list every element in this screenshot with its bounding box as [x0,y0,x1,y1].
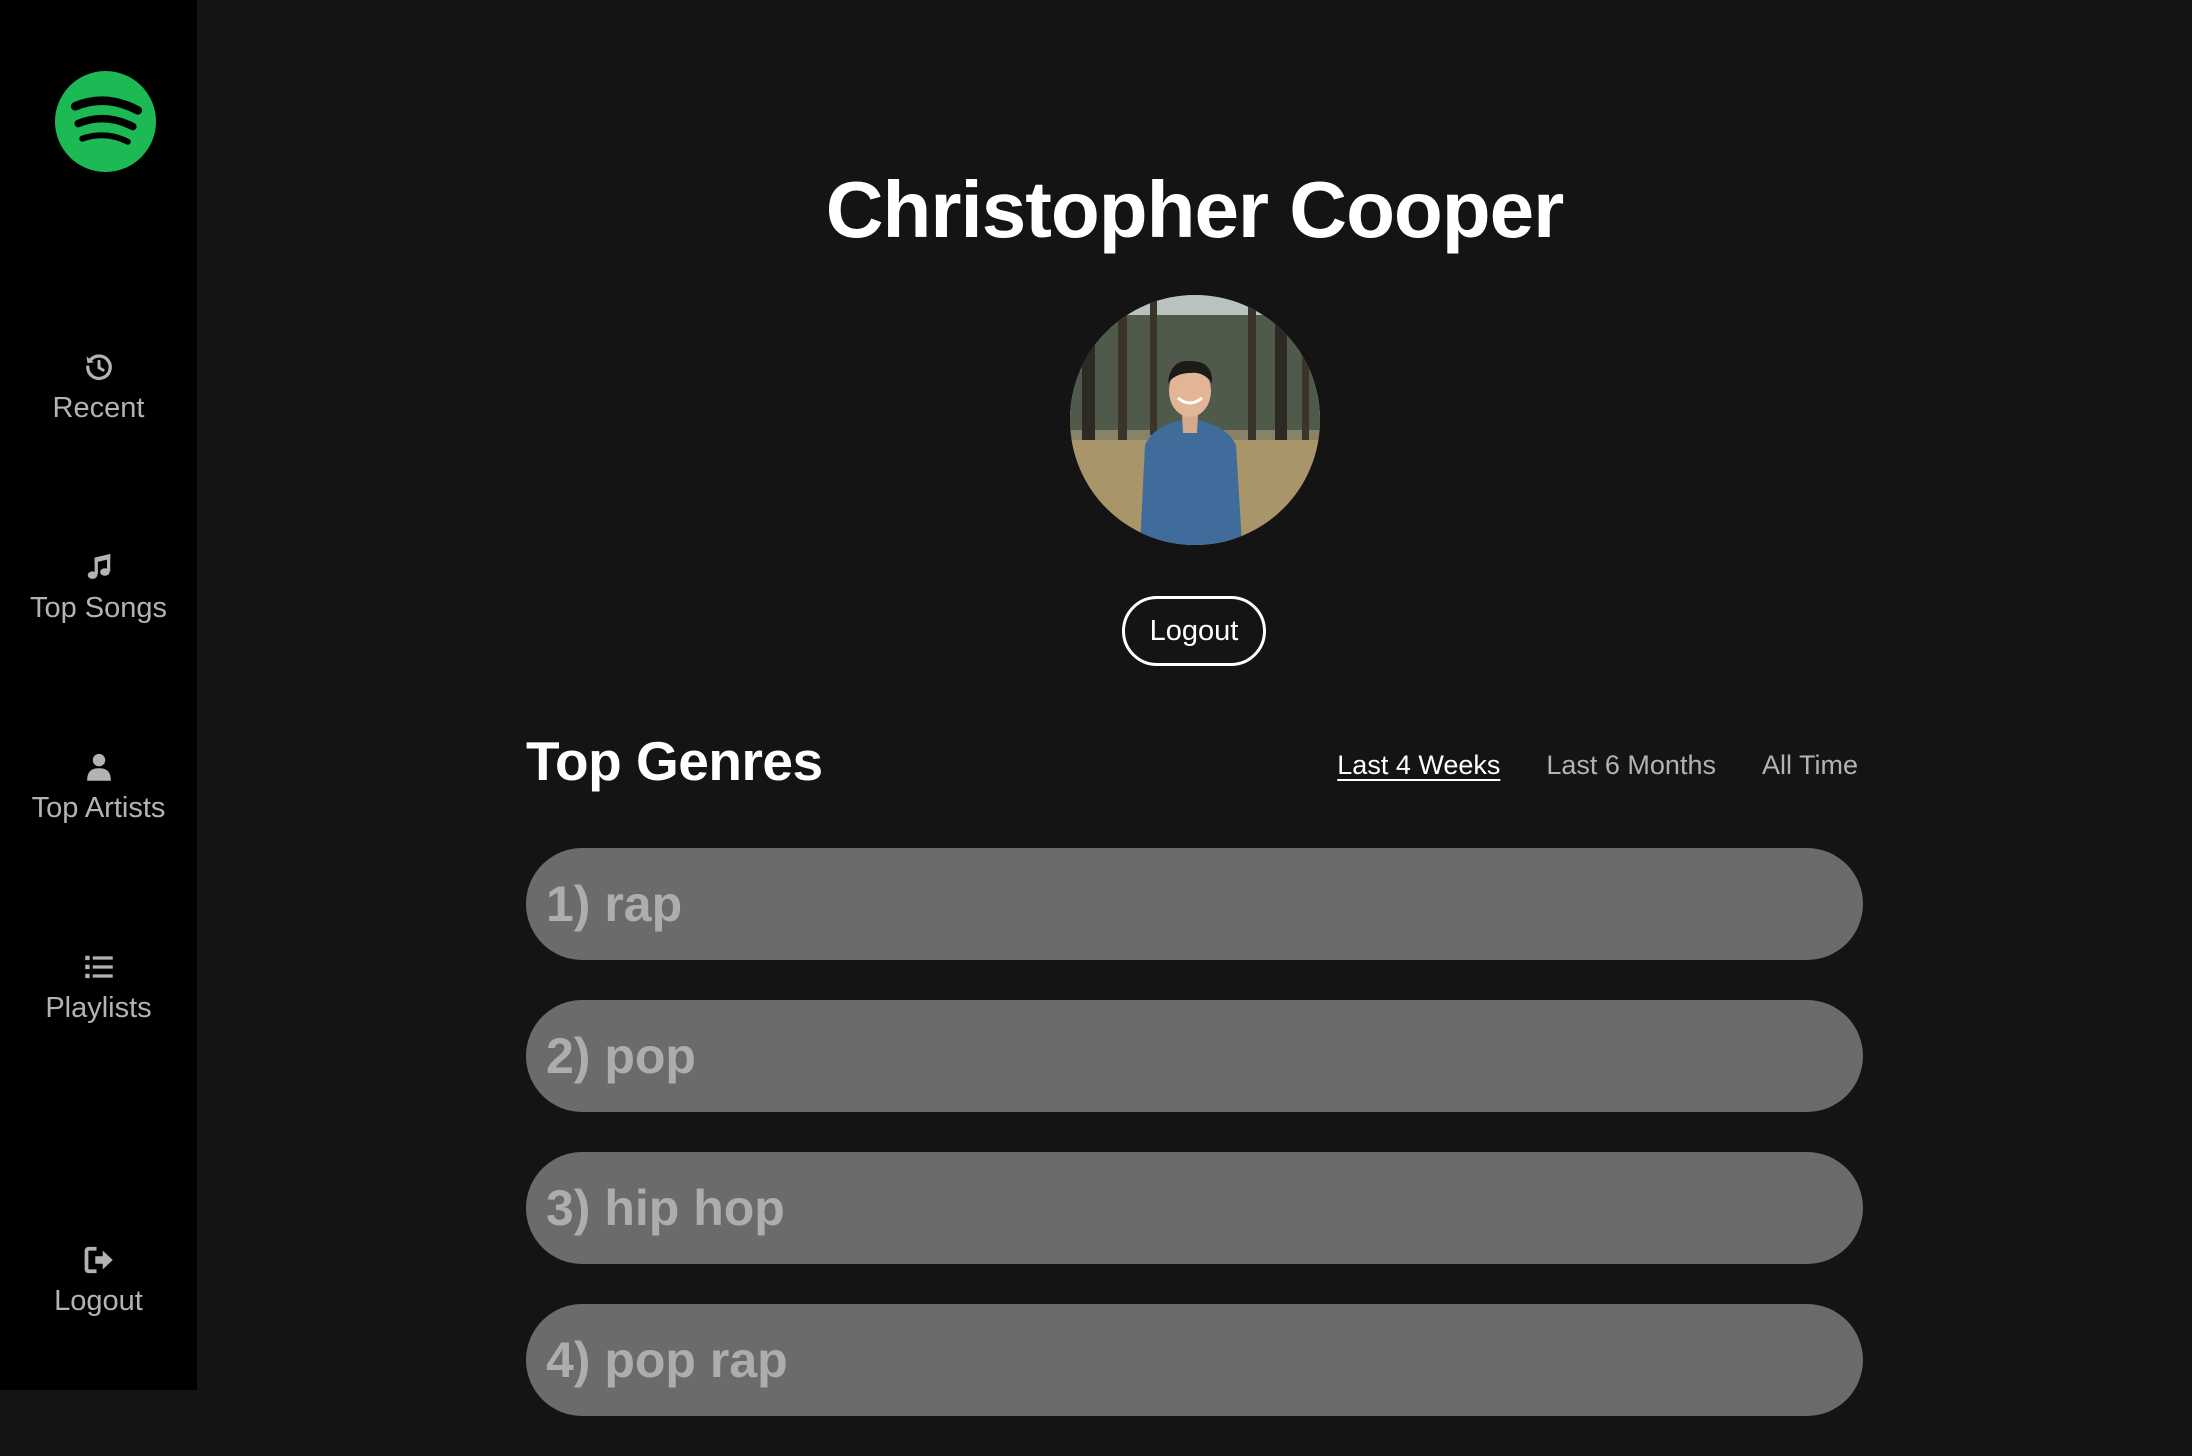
profile-name: Christopher Cooper [825,165,1565,254]
tab-last-6-months[interactable]: Last 6 Months [1546,748,1716,782]
time-range-tabs: Last 4 Weeks Last 6 Months All Time [1337,748,1858,782]
sidebar-item-label: Playlists [45,992,152,1024]
sidebar-logout[interactable]: Logout [0,1245,197,1318]
sidebar-item-top-songs[interactable]: Top Songs [0,552,197,625]
spotify-logo-icon[interactable] [55,71,156,172]
list-item[interactable]: 3) hip hop [526,1152,1863,1264]
avatar [1070,295,1320,545]
genre-label: 2) pop [546,1028,696,1084]
music-note-icon [87,553,110,579]
list-item[interactable]: 4) pop rap [526,1304,1863,1416]
sidebar-item-label: Top Artists [31,792,166,824]
genre-label: 3) hip hop [546,1180,785,1236]
sidebar: Recent Top Songs Top Artists Playlists L… [0,0,197,1390]
genre-label: 1) rap [546,876,683,932]
sidebar-item-recent[interactable]: Recent [0,352,197,425]
sidebar-item-playlists[interactable]: Playlists [0,952,197,1025]
list-item[interactable]: 2) pop [526,1000,1863,1112]
sidebar-item-label: Top Songs [29,592,168,624]
logout-button[interactable]: Logout [1122,596,1266,666]
main-content: Christopher Cooper Logout Top Genres Las… [197,0,2192,1416]
genre-list: 1) rap 2) pop 3) hip hop 4) pop rap [526,848,1863,1456]
list-icon [84,955,113,979]
sidebar-item-label: Recent [52,392,145,424]
user-icon [86,753,111,781]
sign-out-icon [84,1246,113,1274]
sidebar-logout-label: Logout [54,1285,143,1317]
genre-label: 4) pop rap [546,1332,788,1388]
sidebar-item-top-artists[interactable]: Top Artists [0,752,197,825]
top-genres-title: Top Genres [526,730,823,792]
list-item[interactable]: 1) rap [526,848,1863,960]
tab-all-time[interactable]: All Time [1762,748,1858,782]
tab-last-4-weeks[interactable]: Last 4 Weeks [1337,748,1500,782]
history-icon [85,354,112,380]
